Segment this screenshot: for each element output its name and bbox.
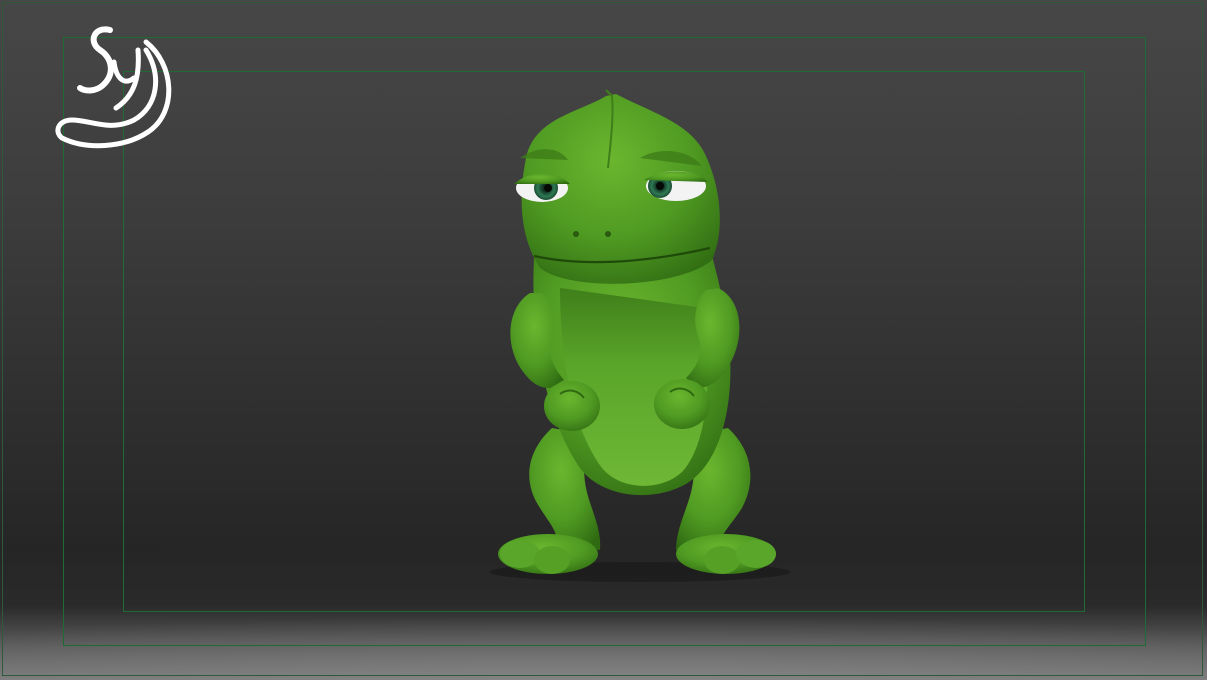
sy-swirl-logo-icon bbox=[55, 26, 172, 149]
3d-viewport[interactable] bbox=[0, 0, 1207, 680]
green-chameleon-character[interactable] bbox=[490, 88, 790, 583]
